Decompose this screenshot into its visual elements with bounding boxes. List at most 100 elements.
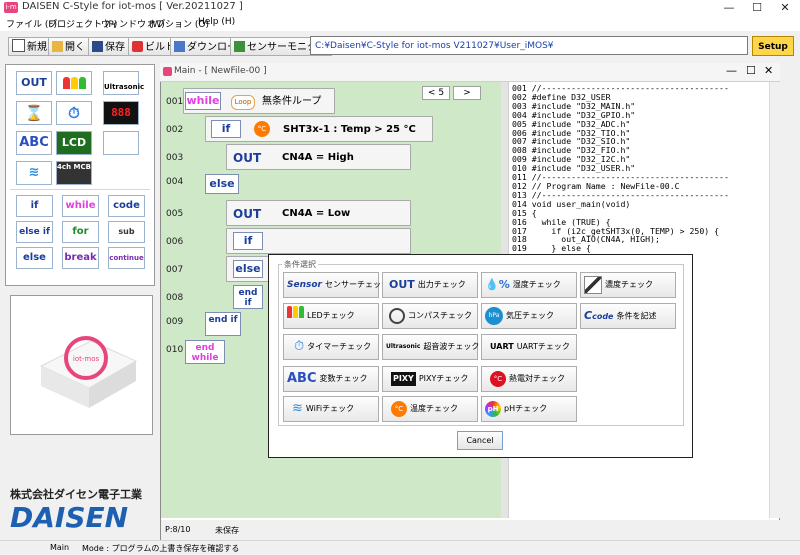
- editor-maximize-button[interactable]: ☐: [746, 64, 756, 77]
- palette-out[interactable]: OUT: [16, 71, 52, 95]
- palette-7seg-led[interactable]: 888: [103, 101, 139, 125]
- save-state: 未保存: [215, 526, 239, 535]
- palette-sub-prog[interactable]: sub prog: [108, 221, 145, 256]
- project-path-field[interactable]: C:¥Daisen¥C-Style for iot-mos V211027¥Us…: [310, 36, 748, 55]
- open-button[interactable]: 開く: [48, 37, 90, 56]
- close-button[interactable]: ✕: [772, 0, 798, 16]
- palette-abc[interactable]: ABC: [16, 131, 52, 155]
- editor-title-bar: Main - [ NewFile-00 ] — ☐ ✕: [160, 63, 780, 82]
- if-block-2[interactable]: if: [226, 228, 411, 254]
- palette-continue[interactable]: continue: [108, 247, 145, 269]
- new-button[interactable]: 新規: [8, 37, 52, 56]
- palette-4ch-mcb[interactable]: 4ch MCB: [56, 161, 92, 185]
- end-if-block[interactable]: end if: [233, 285, 263, 309]
- pixy-icon: PIXY: [391, 372, 416, 386]
- wifi-icon: ≋: [292, 401, 303, 416]
- setup-button[interactable]: Setup: [752, 36, 794, 56]
- editor-close-button[interactable]: ✕: [764, 64, 773, 77]
- editor-minimize-button[interactable]: —: [726, 64, 737, 77]
- thermocouple-check-button[interactable]: °C 熱電対チェック: [481, 366, 577, 392]
- line-number: 005: [166, 209, 184, 219]
- if-block[interactable]: if °C SHT3x-1 : Temp > 25 °C: [205, 116, 433, 142]
- build-icon: [132, 41, 143, 52]
- temperature-icon: °C: [391, 401, 407, 417]
- status-main: Main: [50, 543, 70, 552]
- output-text: CN4A = High: [282, 152, 354, 163]
- if-condition-text: SHT3x-1 : Temp > 25 °C: [283, 124, 416, 135]
- line-number: 003: [166, 153, 184, 163]
- while-keyword: while: [185, 92, 221, 110]
- line-number: 010: [166, 345, 184, 355]
- concentration-icon: [584, 276, 602, 294]
- line-number: 009: [166, 317, 184, 327]
- sensor-check-button[interactable]: Sensor センサーチェック: [283, 272, 389, 298]
- line-number: 004: [166, 177, 184, 187]
- palette-code[interactable]: code: [108, 195, 145, 217]
- palette-uart[interactable]: [103, 131, 139, 155]
- timer-check-button[interactable]: ⏱ タイマーチェック: [283, 334, 379, 360]
- end-if-block-2[interactable]: end if: [205, 312, 241, 336]
- uart-check-button[interactable]: UART UARTチェック: [481, 334, 577, 360]
- variable-check-button[interactable]: ABC 変数チェック: [283, 366, 379, 392]
- output-block[interactable]: OUT CN4A = High: [226, 144, 411, 170]
- palette-if[interactable]: if: [16, 195, 53, 217]
- pressure-check-button[interactable]: hPa 気圧チェック: [481, 303, 577, 329]
- line-number: 002: [166, 125, 184, 135]
- concentration-check-button[interactable]: 濃度チェック: [580, 272, 676, 298]
- palette-ultrasonic[interactable]: Ultrasonic: [103, 71, 144, 95]
- download-icon: [174, 41, 185, 52]
- write-condition-button[interactable]: Ccode 条件を記述: [580, 303, 676, 329]
- thermocouple-icon: °C: [490, 371, 506, 387]
- line-number: 001: [166, 97, 184, 107]
- palette-led[interactable]: [56, 71, 92, 95]
- floppy-icon: [92, 41, 103, 52]
- palette-else-if[interactable]: else if: [16, 221, 53, 243]
- temperature-icon: °C: [254, 121, 270, 137]
- led-icon: [62, 77, 70, 89]
- device-image-panel: iot-mos: [10, 295, 153, 435]
- compass-icon: [389, 308, 405, 324]
- humidity-icon: 💧%: [485, 278, 510, 291]
- status-bar: Main Mode : プログラムの上書き保存を確認する: [0, 540, 800, 555]
- palette-timer-hourglass[interactable]: ⌛: [16, 101, 52, 125]
- palette-while[interactable]: while: [62, 195, 99, 217]
- menu-help[interactable]: Help (H): [198, 17, 235, 27]
- else-block[interactable]: else: [205, 174, 239, 194]
- next-page-button[interactable]: >: [453, 86, 481, 100]
- end-while-block[interactable]: end while: [185, 340, 225, 364]
- ultrasonic-check-button[interactable]: Ultrasonic 超音波チェック: [382, 334, 479, 360]
- compass-check-button[interactable]: コンパスチェック: [382, 303, 478, 329]
- save-button[interactable]: 保存: [88, 37, 130, 56]
- maximize-button[interactable]: ☐: [744, 0, 770, 16]
- ph-check-button[interactable]: pH pHチェック: [481, 396, 577, 422]
- new-file-icon: [12, 39, 25, 52]
- stopwatch-icon: ⏱: [294, 339, 305, 354]
- daisen-logo: 株式会社ダイセン電子工業 DAISEN: [10, 486, 155, 536]
- status-mode: Mode : プログラムの上書き保存を確認する: [82, 544, 240, 553]
- while-condition-text: 無条件ループ: [262, 96, 322, 107]
- palette-for[interactable]: for: [62, 221, 99, 243]
- prev-page-button[interactable]: < 5: [422, 86, 450, 100]
- while-block[interactable]: while Loop 無条件ループ: [183, 88, 335, 114]
- palette-break[interactable]: break: [62, 247, 99, 269]
- cancel-button[interactable]: Cancel: [457, 431, 503, 450]
- if-keyword: if: [211, 120, 241, 138]
- svg-text:iot-mos: iot-mos: [73, 355, 100, 363]
- palette-wifi[interactable]: ≋: [16, 161, 52, 185]
- brand-name: DAISEN: [10, 501, 129, 534]
- output-check-button[interactable]: OUT 出力チェック: [382, 272, 478, 298]
- output-block-2[interactable]: OUT CN4A = Low: [226, 200, 411, 226]
- palette-lcd[interactable]: LCD: [56, 131, 92, 155]
- temperature-check-button[interactable]: °C 温度チェック: [382, 396, 478, 422]
- palette-else[interactable]: else: [16, 247, 53, 269]
- code-scrollbar[interactable]: [769, 82, 780, 518]
- pixy-check-button[interactable]: PIXY PIXYチェック: [382, 366, 478, 392]
- wifi-check-button[interactable]: ≋ WiFiチェック: [283, 396, 379, 422]
- loop-icon: Loop: [231, 95, 255, 110]
- palette-stopwatch[interactable]: ⏱: [56, 101, 92, 125]
- led-check-button[interactable]: LEDチェック: [283, 303, 379, 329]
- minimize-button[interactable]: —: [716, 0, 742, 16]
- editor-icon: [163, 67, 172, 76]
- folder-icon: [52, 41, 63, 52]
- humidity-check-button[interactable]: 💧% 湿度チェック: [481, 272, 577, 298]
